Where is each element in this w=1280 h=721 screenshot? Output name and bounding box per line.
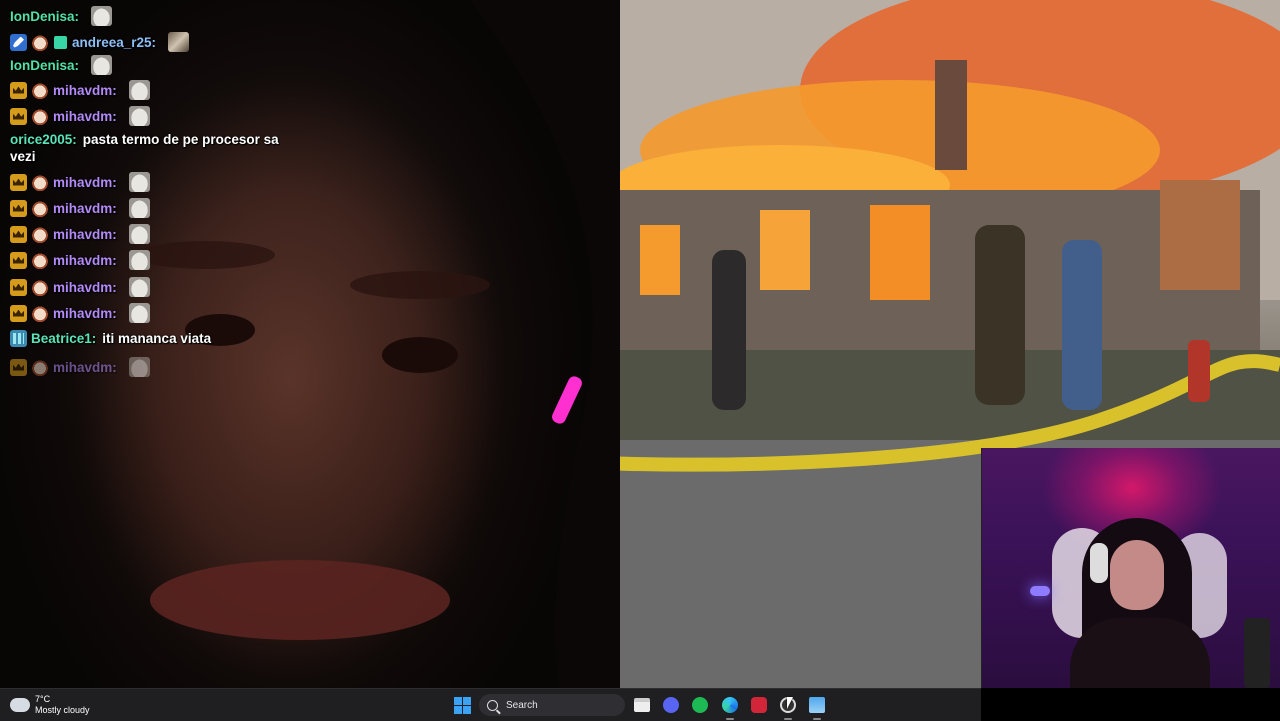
weather-condition: Mostly cloudy	[35, 705, 90, 715]
discord-icon[interactable]	[663, 697, 679, 713]
start-icon[interactable]	[454, 697, 471, 714]
crown-badge-icon	[10, 173, 27, 191]
chat-message: IonDenisa:	[10, 55, 113, 75]
microphone-icon	[1244, 618, 1270, 688]
streamer-webcam	[981, 448, 1280, 688]
chat-username: mihavdm:	[53, 174, 117, 190]
chat-message: mihavdm:	[10, 198, 150, 218]
chat-username: mihavdm:	[53, 82, 117, 98]
cat-emote-icon	[128, 250, 150, 270]
chat-message: mihavdm:	[10, 250, 150, 270]
cat-emote-icon	[91, 6, 113, 26]
chat-message: mihavdm:	[10, 172, 150, 192]
cat-emote-icon	[128, 277, 150, 297]
crown-badge-icon	[10, 304, 27, 322]
face-badge-icon	[31, 173, 49, 191]
photos-icon[interactable]	[809, 697, 825, 713]
chat-username: mihavdm:	[53, 252, 117, 268]
chat-username: mihavdm:	[53, 359, 117, 375]
rgb-light	[1030, 586, 1050, 596]
chat-message-text: iti mananca viata	[102, 331, 212, 346]
chat-message: IonDenisa:	[10, 6, 113, 26]
cat-emote-icon	[91, 55, 113, 75]
subscriber-badge-icon	[10, 330, 27, 347]
chat-username: IonDenisa:	[10, 57, 80, 73]
dog-emote-icon	[168, 32, 190, 52]
crown-badge-icon	[10, 199, 27, 217]
spotify-icon[interactable]	[692, 697, 708, 713]
cat-emote-icon	[128, 80, 150, 100]
gift-badge-icon	[53, 34, 68, 51]
mouse-cursor-icon	[787, 697, 793, 709]
edge-icon[interactable]	[722, 697, 738, 713]
chat-username: mihavdm:	[53, 226, 117, 242]
crown-badge-icon	[10, 251, 27, 269]
crown-badge-icon	[10, 358, 27, 376]
face-badge-icon	[31, 251, 49, 269]
chat-message: Beatrice1: iti mananca viata	[10, 330, 211, 347]
chat-message: mihavdm:	[10, 277, 150, 297]
face-badge-icon	[31, 278, 49, 296]
cat-emote-icon	[128, 198, 150, 218]
crown-badge-icon	[10, 225, 27, 243]
cat-emote-icon	[128, 303, 150, 323]
crown-badge-icon	[10, 107, 27, 125]
chat-username: andreea_r25:	[72, 34, 157, 50]
search-box[interactable]: Search	[479, 694, 625, 716]
chat-username: IonDenisa:	[10, 8, 80, 24]
face-badge-icon	[31, 304, 49, 322]
chat-message: mihavdm:	[10, 303, 150, 323]
chat-username: mihavdm:	[53, 279, 117, 295]
file-explorer-icon[interactable]	[634, 698, 650, 712]
chat-username: Beatrice1:	[31, 331, 97, 346]
face-badge-icon	[31, 358, 49, 376]
face-badge-icon	[31, 199, 49, 217]
chat-username: orice2005:	[10, 132, 77, 147]
search-icon	[487, 699, 498, 711]
weather-widget[interactable]: 7°C Mostly cloudy	[10, 692, 90, 716]
weather-temperature: 7°C	[35, 694, 51, 704]
red-app-icon[interactable]	[751, 697, 767, 713]
chat-message: andreea_r25:	[10, 32, 190, 52]
chat-username: mihavdm:	[53, 200, 117, 216]
streamer-face	[1110, 540, 1164, 610]
chat-message: mihavdm:	[10, 80, 150, 100]
crown-badge-icon	[10, 81, 27, 99]
face-badge-icon	[31, 81, 49, 99]
chat-message: orice2005: pasta termo de pe procesor sa …	[10, 131, 300, 165]
streamer-body	[1070, 618, 1210, 688]
crown-badge-icon	[10, 278, 27, 296]
chat-message: mihavdm:	[10, 224, 150, 244]
chat-username: mihavdm:	[53, 108, 117, 124]
face-badge-icon	[31, 107, 49, 125]
taskbar: 7°C Mostly cloudy Search	[0, 688, 981, 721]
cat-emote-icon	[128, 172, 150, 192]
headset-icon	[1090, 543, 1108, 583]
partly-cloudy-icon	[10, 692, 30, 712]
chat-message: mihavdm:	[10, 106, 150, 126]
face-badge-icon	[31, 225, 49, 243]
cat-emote-icon	[128, 224, 150, 244]
cat-emote-icon	[128, 106, 150, 126]
moderator-tool-badge-icon	[10, 33, 27, 51]
chat-username: mihavdm:	[53, 305, 117, 321]
search-label: Search	[506, 699, 538, 711]
chat-message: mihavdm:	[10, 357, 150, 377]
cat-emote-icon	[128, 357, 150, 377]
face-badge-icon	[31, 33, 49, 51]
